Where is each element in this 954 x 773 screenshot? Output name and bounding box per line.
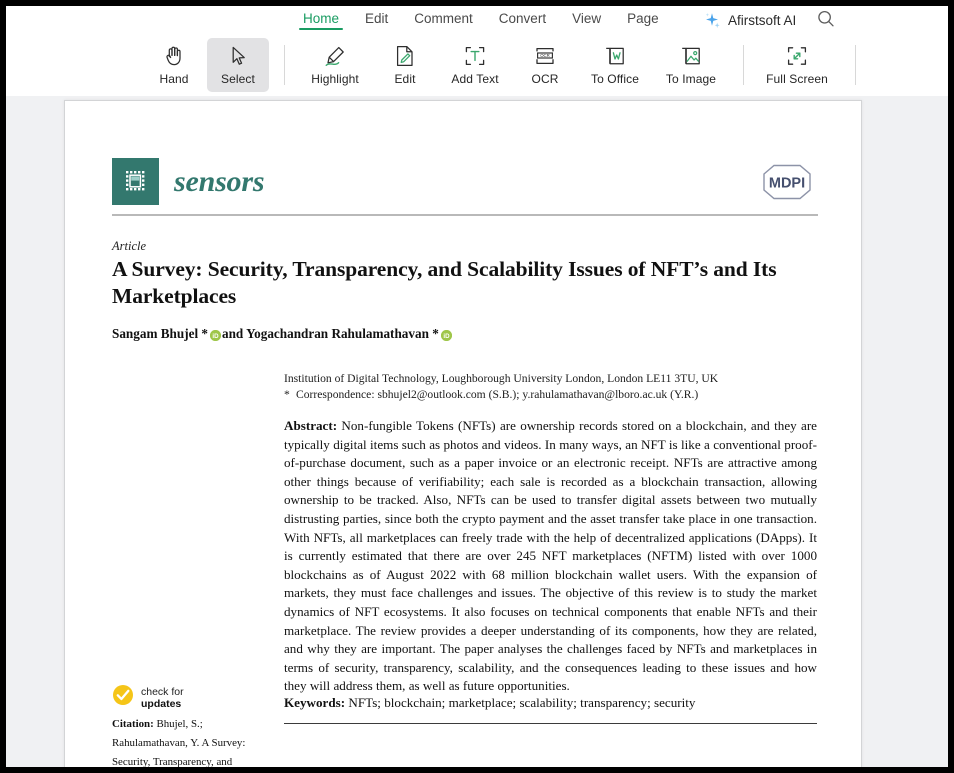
menu-tab-convert[interactable]: Convert bbox=[486, 8, 559, 32]
tool-edit[interactable]: Edit bbox=[374, 38, 436, 92]
menu-tab-list: Home Edit Comment Convert View Page bbox=[290, 6, 672, 34]
citation-label: Citation: bbox=[112, 718, 154, 730]
affiliation-text: Institution of Digital Technology, Lough… bbox=[284, 372, 719, 385]
menu-tab-comment-label: Comment bbox=[414, 11, 473, 26]
tool-full-screen[interactable]: Full Screen bbox=[757, 38, 837, 92]
menu-tab-edit[interactable]: Edit bbox=[352, 8, 401, 32]
menu-tab-view-label: View bbox=[572, 11, 602, 26]
svg-text:iD: iD bbox=[212, 333, 219, 340]
tool-hand[interactable]: Hand bbox=[143, 38, 205, 92]
check-for-updates-line2: updates bbox=[141, 697, 182, 710]
author-line: Sangam Bhujel * iD and Yogachandran Rahu… bbox=[112, 326, 453, 342]
menu-tab-edit-label: Edit bbox=[365, 11, 389, 26]
document-viewer[interactable]: sensors MDPI Article A Survey: Security,… bbox=[6, 96, 948, 767]
journal-brand: sensors bbox=[112, 158, 265, 205]
header-divider bbox=[112, 214, 818, 216]
afirstsoft-ai-label: Afirstsoft AI bbox=[728, 12, 797, 28]
citation-block: Citation: Bhujel, S.; Rahulamathavan, Y.… bbox=[112, 715, 277, 767]
sensors-chip-icon bbox=[112, 158, 159, 205]
keywords-label: Keywords: bbox=[284, 695, 346, 710]
tool-add-text-label: Add Text bbox=[451, 72, 499, 86]
toolbar-divider-1 bbox=[284, 45, 285, 85]
tool-highlight-label: Highlight bbox=[311, 72, 359, 86]
highlighter-icon bbox=[323, 44, 347, 68]
abstract-text: Non-fungible Tokens (NFTs) are ownership… bbox=[284, 418, 817, 694]
abstract-block: Abstract: Non-fungible Tokens (NFTs) are… bbox=[284, 417, 817, 696]
tool-ocr-label: OCR bbox=[531, 72, 559, 86]
tool-add-text[interactable]: Add Text bbox=[438, 38, 512, 92]
tool-to-image[interactable]: To Image bbox=[654, 38, 728, 92]
search-icon[interactable] bbox=[816, 9, 836, 29]
cursor-arrow-icon bbox=[227, 44, 249, 68]
menu-tab-comment[interactable]: Comment bbox=[401, 8, 486, 32]
to-image-icon bbox=[679, 44, 703, 68]
correspondence-line: * Correspondence: sbhujel2@outlook.com (S… bbox=[284, 387, 824, 403]
keywords-block: Keywords: NFTs; blockchain; marketplace;… bbox=[284, 695, 817, 711]
check-circle-icon bbox=[112, 684, 134, 711]
to-office-icon bbox=[603, 44, 627, 68]
svg-text:OCR: OCR bbox=[540, 53, 550, 58]
journal-name: sensors bbox=[174, 164, 265, 198]
correspondence-star: * bbox=[284, 388, 290, 401]
tool-select-label: Select bbox=[221, 72, 255, 86]
tool-to-office[interactable]: To Office bbox=[578, 38, 652, 92]
author-1: Sangam Bhujel * bbox=[112, 326, 208, 341]
tool-hand-label: Hand bbox=[159, 72, 189, 86]
correspondence-text: Correspondence: sbhujel2@outlook.com (S.… bbox=[296, 388, 699, 401]
check-for-updates-badge[interactable]: check for updates bbox=[112, 684, 184, 711]
keywords-text: NFTs; blockchain; marketplace; scalabili… bbox=[345, 695, 696, 710]
sparkle-icon bbox=[703, 11, 721, 29]
main-toolbar: Hand Select Highlight Edit Add Text OCR … bbox=[6, 34, 948, 96]
ocr-icon: OCR bbox=[533, 44, 557, 68]
tool-edit-label: Edit bbox=[394, 72, 416, 86]
menu-tab-convert-label: Convert bbox=[498, 11, 547, 26]
pdf-reader-window: Home Edit Comment Convert View Page Afir… bbox=[6, 6, 948, 767]
tool-select[interactable]: Select bbox=[207, 38, 269, 92]
mdpi-logo-icon: MDPI bbox=[756, 162, 818, 202]
check-for-updates-text: check for updates bbox=[141, 686, 184, 710]
affiliation-block: Institution of Digital Technology, Lough… bbox=[284, 371, 824, 403]
check-for-updates-line1: check for bbox=[141, 685, 184, 698]
pdf-page-1[interactable]: sensors MDPI Article A Survey: Security,… bbox=[64, 100, 862, 767]
tool-highlight[interactable]: Highlight bbox=[298, 38, 372, 92]
add-text-icon bbox=[463, 44, 487, 68]
tool-to-office-label: To Office bbox=[590, 72, 640, 86]
abstract-label: Abstract: bbox=[284, 418, 338, 433]
author-2: and Yogachandran Rahulamathavan * bbox=[222, 326, 439, 341]
menu-tab-view[interactable]: View bbox=[559, 8, 614, 32]
page-title: A Survey: Security, Transparency, and Sc… bbox=[112, 257, 777, 308]
hand-icon bbox=[163, 44, 186, 68]
menu-tab-home[interactable]: Home bbox=[290, 8, 352, 32]
journal-header: sensors MDPI bbox=[112, 158, 818, 205]
tool-to-image-label: To Image bbox=[665, 72, 717, 86]
svg-text:iD: iD bbox=[443, 333, 450, 340]
svg-text:MDPI: MDPI bbox=[769, 175, 805, 191]
article-type: Article bbox=[112, 239, 147, 253]
tool-ocr[interactable]: OCR OCR bbox=[514, 38, 576, 92]
pencil-document-icon bbox=[394, 44, 416, 68]
menu-tab-home-label: Home bbox=[303, 11, 340, 26]
orcid-icon-1[interactable]: iD bbox=[210, 329, 221, 341]
tool-full-screen-label: Full Screen bbox=[766, 72, 828, 86]
menu-tab-page-label: Page bbox=[627, 11, 659, 26]
afirstsoft-ai-button[interactable]: Afirstsoft AI bbox=[703, 8, 796, 32]
toolbar-divider-2 bbox=[743, 45, 744, 85]
orcid-icon-2[interactable]: iD bbox=[440, 329, 452, 341]
keywords-divider bbox=[284, 723, 817, 724]
toolbar-divider-3 bbox=[855, 45, 856, 85]
full-screen-icon bbox=[785, 44, 809, 68]
menu-tab-page[interactable]: Page bbox=[614, 8, 672, 32]
menu-bar: Home Edit Comment Convert View Page Afir… bbox=[6, 6, 948, 34]
